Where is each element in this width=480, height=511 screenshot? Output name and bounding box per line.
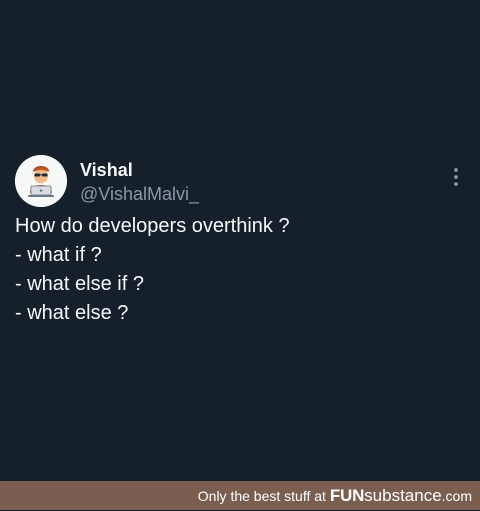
author-display-name[interactable]: Vishal: [80, 159, 199, 181]
footer-brand-rest: substance: [364, 486, 442, 505]
tweet-text-line: How do developers overthink ?: [15, 215, 290, 237]
more-options-button[interactable]: [446, 166, 466, 188]
avatar[interactable]: [15, 155, 67, 207]
tweet-author: Vishal @VishalMalvi_: [80, 159, 199, 205]
tweet-text: How do developers overthink ? - what if …: [15, 212, 465, 328]
tweet-text-line: - what if ?: [15, 244, 102, 266]
vertical-ellipsis-icon: [454, 168, 458, 186]
tweet-text-line: - what else ?: [15, 302, 129, 324]
footer-prefix: Only the best stuff at: [197, 488, 330, 504]
tweet-text-line: - what else if ?: [15, 273, 144, 295]
author-handle[interactable]: @VishalMalvi_: [80, 183, 199, 205]
footer-brand-bold: FUN: [329, 486, 365, 505]
footer-tld: .com: [441, 488, 472, 504]
developer-avatar-icon: [15, 155, 67, 207]
watermark-footer: Only the best stuff at FUNsubstance.com: [0, 481, 480, 510]
